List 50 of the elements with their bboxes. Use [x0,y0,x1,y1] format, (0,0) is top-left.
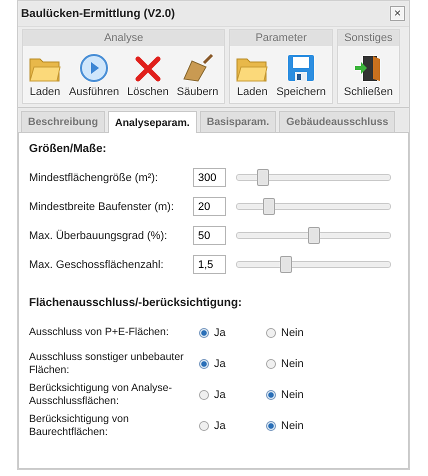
delete-icon [134,55,162,83]
radio-option[interactable]: Ja [199,388,244,400]
slider-thumb[interactable] [280,256,292,273]
field-label: Max. Überbauungsgrad (%): [29,230,168,242]
input-field[interactable]: 1,5 [193,255,226,274]
radio-option[interactable]: Ja [199,326,244,338]
field-label: Mindestbreite Baufenster (m): [29,200,175,212]
tab[interactable]: Analyseparam. [108,111,197,133]
toolbar-button[interactable]: Löschen [123,48,173,100]
radio-button[interactable] [266,328,276,338]
broom-icon [182,53,214,83]
group-title: Analyse [23,30,224,46]
toolbar-button[interactable]: Säubern [172,48,222,100]
toolbar-button[interactable]: Schließen [340,48,397,100]
toolbar-button[interactable]: Laden [232,48,272,100]
radio-button[interactable] [199,420,209,430]
play-icon [79,53,110,83]
toolbar-button[interactable]: Ausführen [65,48,124,100]
option-label: Berücksichtigung von Baurechtflächen: [29,412,130,438]
window-title: Baulücken-Ermittlung (V2.0) [21,8,175,20]
close-button[interactable]: × [390,6,405,21]
option-label: Ausschluss von P+E-Flächen: [29,326,170,339]
radio-button[interactable] [266,358,276,368]
radio-option[interactable]: Ja [199,358,244,370]
input-field[interactable]: 20 [193,197,226,216]
input-field[interactable]: 300 [193,168,226,187]
radio-button[interactable] [266,420,276,430]
radio-button[interactable] [199,358,209,368]
toolbar-button[interactable]: Laden [25,48,65,100]
slider-thumb[interactable] [263,198,276,215]
slider-thumb[interactable] [257,169,269,186]
section-heading: Größen/Maße: [29,143,108,155]
radio-option[interactable]: Nein [266,358,311,370]
radio-option[interactable]: Nein [266,326,311,338]
radio-button[interactable] [199,390,209,400]
slider-thumb[interactable] [308,227,320,244]
radio-option[interactable]: Nein [266,388,311,400]
section-heading: Flächenausschluss/-berücksichtigung: [29,297,243,309]
radio-option[interactable]: Ja [199,420,244,432]
radio-button[interactable] [199,328,209,338]
radio-button[interactable] [266,390,276,400]
option-label: Ausschluss sonstiger unbebauter Flächen: [29,350,185,376]
radio-option[interactable]: Nein [266,420,311,432]
input-field[interactable]: 50 [193,226,226,245]
field-label: Max. Geschossflächenzahl: [29,258,165,270]
group-title: Parameter [230,30,332,46]
field-label: Mindestflächengröße (m²): [29,172,159,184]
group-title: Sonstiges [338,30,399,46]
toolbar-button[interactable]: Speichern [272,48,330,100]
option-label: Berücksichtigung von Analyse-Ausschlussflächen: [29,382,173,408]
